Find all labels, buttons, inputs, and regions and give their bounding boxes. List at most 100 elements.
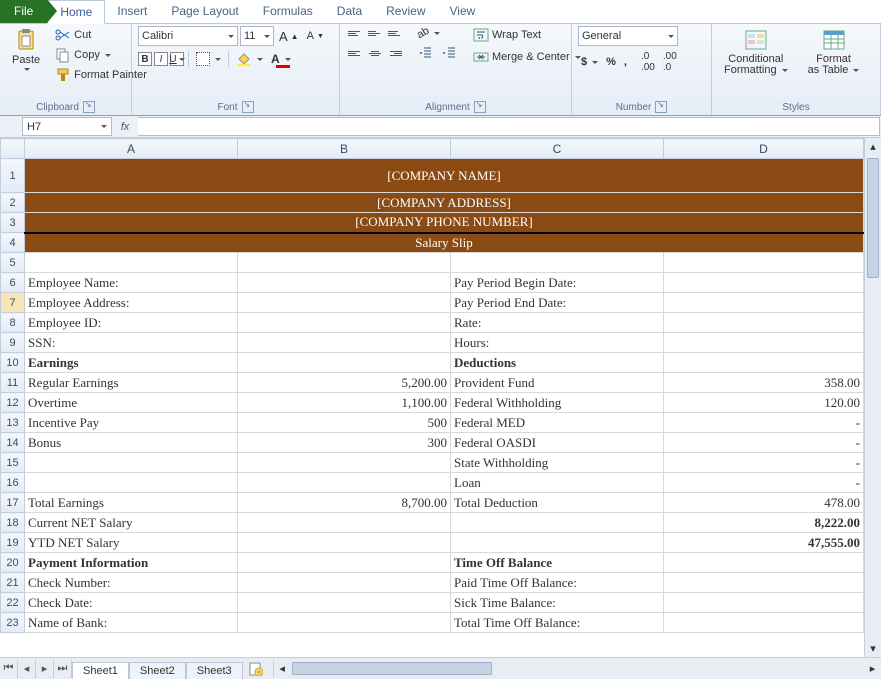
cell-D5[interactable]: [664, 253, 864, 273]
vertical-scroll-thumb[interactable]: [867, 158, 879, 278]
tab-view[interactable]: View: [438, 0, 488, 23]
sheet-tab-sheet3[interactable]: Sheet3: [186, 662, 243, 679]
cell-B7[interactable]: [238, 293, 451, 313]
cell-C10[interactable]: Deductions: [451, 353, 664, 373]
row-header-18[interactable]: 18: [1, 513, 25, 533]
sheet-nav-next[interactable]: ▸: [36, 660, 54, 678]
cell-C17[interactable]: Total Deduction: [451, 493, 664, 513]
row-header-22[interactable]: 22: [1, 593, 25, 613]
decrease-decimal-button[interactable]: .00.0: [660, 50, 680, 74]
vertical-scrollbar[interactable]: ▴ ▾: [864, 138, 881, 657]
paste-button[interactable]: Paste: [6, 26, 46, 73]
cell-C5[interactable]: [451, 253, 664, 273]
cell-C14[interactable]: Federal OASDI: [451, 433, 664, 453]
horizontal-scroll-thumb[interactable]: [292, 662, 492, 675]
row-header-11[interactable]: 11: [1, 373, 25, 393]
row-header-2[interactable]: 2: [1, 193, 25, 213]
row-header-8[interactable]: 8: [1, 313, 25, 333]
currency-button[interactable]: $: [578, 55, 601, 69]
fx-icon[interactable]: fx: [112, 116, 138, 137]
align-left-button[interactable]: [346, 46, 364, 60]
row-header-14[interactable]: 14: [1, 433, 25, 453]
cell-B20[interactable]: [238, 553, 451, 573]
cell-A21[interactable]: Check Number:: [25, 573, 238, 593]
cell-D20[interactable]: [664, 553, 864, 573]
cell-D15[interactable]: -: [664, 453, 864, 473]
column-header-C[interactable]: C: [451, 139, 664, 159]
select-all-corner[interactable]: [1, 139, 25, 159]
cell-C19[interactable]: [451, 533, 664, 553]
cell-C20[interactable]: Time Off Balance: [451, 553, 664, 573]
cell-C13[interactable]: Federal MED: [451, 413, 664, 433]
cell-A8[interactable]: Employee ID:: [25, 313, 238, 333]
cell-B22[interactable]: [238, 593, 451, 613]
cell-C7[interactable]: Pay Period End Date:: [451, 293, 664, 313]
orientation-button[interactable]: ab: [414, 26, 443, 40]
row-header-10[interactable]: 10: [1, 353, 25, 373]
sheet-tab-sheet2[interactable]: Sheet2: [129, 662, 186, 679]
cell-D10[interactable]: [664, 353, 864, 373]
merge-center-button[interactable]: Merge & Center: [470, 48, 584, 66]
cell-D6[interactable]: [664, 273, 864, 293]
underline-button[interactable]: U: [170, 52, 184, 66]
tab-insert[interactable]: Insert: [105, 0, 159, 23]
cell-B9[interactable]: [238, 333, 451, 353]
percent-button[interactable]: %: [603, 55, 619, 69]
cell-D9[interactable]: [664, 333, 864, 353]
cell-2-merged[interactable]: [COMPANY ADDRESS]: [25, 193, 864, 213]
cell-D22[interactable]: [664, 593, 864, 613]
sheet-nav-last[interactable]: ⏭: [54, 660, 72, 678]
cell-A11[interactable]: Regular Earnings: [25, 373, 238, 393]
row-header-5[interactable]: 5: [1, 253, 25, 273]
row-header-7[interactable]: 7: [1, 293, 25, 313]
align-top-button[interactable]: [346, 26, 364, 40]
cell-C11[interactable]: Provident Fund: [451, 373, 664, 393]
font-color-button[interactable]: A: [268, 51, 311, 67]
cell-A6[interactable]: Employee Name:: [25, 273, 238, 293]
tab-review[interactable]: Review: [374, 0, 437, 23]
clipboard-dialog-launcher[interactable]: [83, 101, 95, 113]
cell-C21[interactable]: Paid Time Off Balance:: [451, 573, 664, 593]
cell-D11[interactable]: 358.00: [664, 373, 864, 393]
cell-C8[interactable]: Rate:: [451, 313, 664, 333]
cell-A18[interactable]: Current NET Salary: [25, 513, 238, 533]
cell-B23[interactable]: [238, 613, 451, 633]
cell-A17[interactable]: Total Earnings: [25, 493, 238, 513]
cell-D13[interactable]: -: [664, 413, 864, 433]
new-sheet-button[interactable]: [247, 661, 265, 677]
spreadsheet-grid[interactable]: ABCD1[COMPANY NAME]2[COMPANY ADDRESS]3[C…: [0, 138, 881, 657]
comma-button[interactable]: ,: [621, 55, 630, 69]
row-header-9[interactable]: 9: [1, 333, 25, 353]
cell-D12[interactable]: 120.00: [664, 393, 864, 413]
number-dialog-launcher[interactable]: [655, 101, 667, 113]
cell-B17[interactable]: 8,700.00: [238, 493, 451, 513]
cell-D17[interactable]: 478.00: [664, 493, 864, 513]
scroll-left-button[interactable]: ◂: [274, 660, 291, 677]
align-middle-button[interactable]: [366, 26, 384, 40]
cell-B19[interactable]: [238, 533, 451, 553]
row-header-17[interactable]: 17: [1, 493, 25, 513]
cell-B16[interactable]: [238, 473, 451, 493]
column-header-D[interactable]: D: [664, 139, 864, 159]
row-header-6[interactable]: 6: [1, 273, 25, 293]
cell-4-merged[interactable]: Salary Slip: [25, 233, 864, 253]
row-header-12[interactable]: 12: [1, 393, 25, 413]
cell-A10[interactable]: Earnings: [25, 353, 238, 373]
formula-bar[interactable]: [138, 117, 880, 136]
cell-B5[interactable]: [238, 253, 451, 273]
row-header-15[interactable]: 15: [1, 453, 25, 473]
cell-D19[interactable]: 47,555.00: [664, 533, 864, 553]
cell-C12[interactable]: Federal Withholding: [451, 393, 664, 413]
scroll-up-button[interactable]: ▴: [865, 138, 881, 155]
tab-formulas[interactable]: Formulas: [251, 0, 325, 23]
cell-D14[interactable]: -: [664, 433, 864, 453]
font-dialog-launcher[interactable]: [242, 101, 254, 113]
cell-D18[interactable]: 8,222.00: [664, 513, 864, 533]
cell-A20[interactable]: Payment Information: [25, 553, 238, 573]
cell-D8[interactable]: [664, 313, 864, 333]
row-header-23[interactable]: 23: [1, 613, 25, 633]
cell-A5[interactable]: [25, 253, 238, 273]
cell-B12[interactable]: 1,100.00: [238, 393, 451, 413]
align-center-button[interactable]: [366, 46, 384, 60]
cell-A9[interactable]: SSN:: [25, 333, 238, 353]
